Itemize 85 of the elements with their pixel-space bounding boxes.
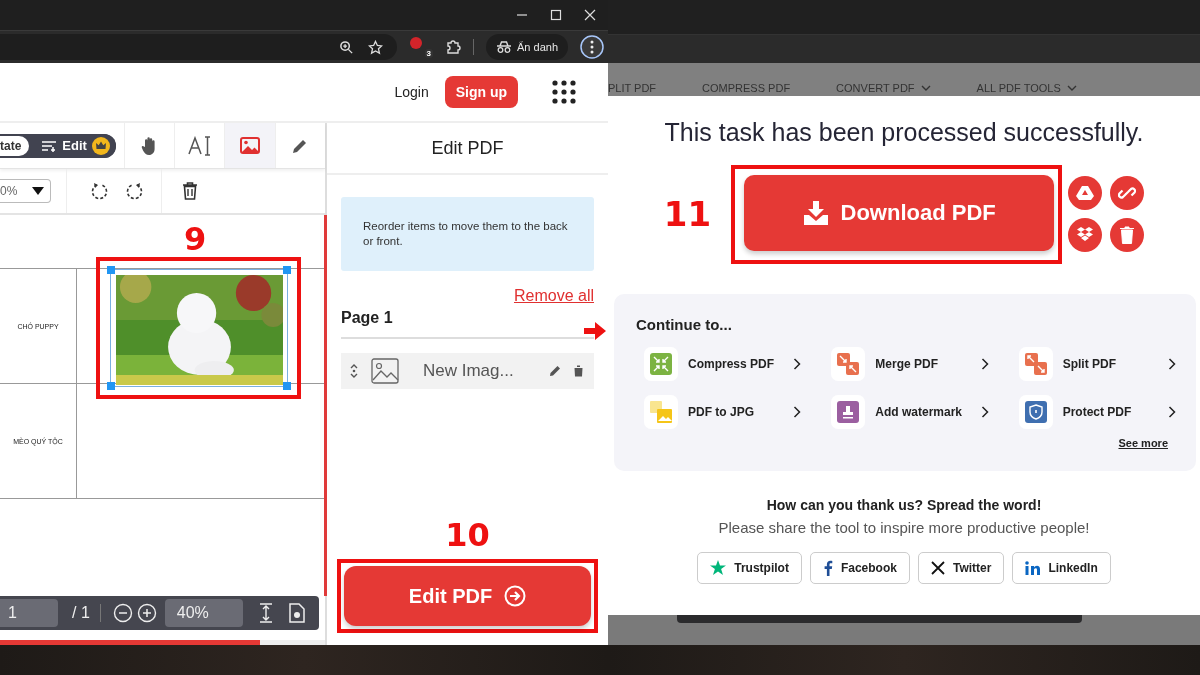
delete-button[interactable]	[1110, 218, 1145, 253]
menu-icon[interactable]	[580, 35, 604, 59]
resize-handle[interactable]	[283, 382, 291, 390]
rotate-left-icon[interactable]	[91, 182, 109, 200]
dropbox-button[interactable]	[1068, 218, 1103, 253]
triangle-icon	[1076, 185, 1095, 202]
drag-handle-icon[interactable]	[349, 363, 359, 379]
continue-heading: Continue to...	[636, 315, 733, 333]
tool-link[interactable]: Merge PDF	[831, 346, 989, 381]
tool-link[interactable]: Compress PDF	[644, 346, 802, 381]
incognito-icon	[496, 40, 512, 54]
maximize-icon[interactable]	[550, 9, 562, 21]
signup-button[interactable]: Sign up	[444, 76, 518, 108]
arrow-circle-icon	[504, 585, 527, 607]
trash-icon[interactable]	[573, 365, 584, 377]
chevron-right-icon	[793, 405, 802, 418]
chevron-right-icon	[1168, 357, 1176, 370]
layer-row[interactable]: New Imag...	[341, 353, 594, 389]
zoom-select[interactable]: 0%	[0, 179, 51, 203]
step-number: 11	[663, 197, 712, 232]
trash-icon[interactable]	[182, 182, 198, 200]
extension-badge: 3	[424, 49, 433, 58]
share-button[interactable]: Facebook	[809, 551, 910, 584]
extension-icon[interactable]	[409, 36, 423, 50]
x-icon	[930, 560, 945, 575]
success-title: This task has been processed successfully.	[664, 117, 1144, 147]
caret-icon	[32, 187, 44, 195]
zoom-out-icon[interactable]	[112, 603, 133, 623]
zoom-in-icon[interactable]	[136, 603, 157, 623]
close-icon[interactable]	[584, 9, 596, 21]
share-button[interactable]: LinkedIn	[1012, 551, 1111, 584]
trash-icon	[1120, 226, 1135, 245]
box-icon	[1076, 227, 1095, 244]
chevron-right-icon	[980, 357, 989, 370]
chevron-down-icon	[1066, 84, 1077, 91]
document-settings-icon[interactable]	[288, 603, 305, 623]
facebook-icon	[822, 559, 833, 576]
resize-handle[interactable]	[283, 266, 291, 274]
profile-button[interactable]: Ẩn danh	[486, 34, 568, 60]
linkedin-icon	[1025, 560, 1041, 575]
login-link[interactable]: Login	[394, 84, 429, 100]
page-field[interactable]: 1	[0, 599, 58, 627]
chevron-right-icon	[980, 405, 989, 418]
see-more-link[interactable]: See more	[1118, 436, 1168, 449]
share-button[interactable]: Twitter	[917, 551, 1005, 584]
image-icon	[240, 137, 261, 154]
mode-option[interactable]: tate	[0, 135, 30, 156]
info-message: Reorder items to move them to the back or front.	[341, 197, 594, 271]
arrow-icon	[584, 320, 606, 342]
share-button[interactable]: Trustpilot	[697, 551, 802, 584]
step-number: 9	[184, 223, 207, 255]
star-icon[interactable]	[368, 39, 383, 55]
edit-pdf-button[interactable]: Edit PDF	[344, 566, 591, 626]
resize-handle[interactable]	[107, 266, 115, 274]
chevron-right-icon	[793, 357, 802, 370]
fit-height-icon[interactable]	[258, 603, 273, 623]
tool-link[interactable]: Protect PDF	[1018, 394, 1176, 429]
crown-icon	[91, 136, 110, 155]
tool-link[interactable]: Split PDF	[1018, 346, 1176, 381]
link-button[interactable]	[1110, 176, 1145, 211]
layer-name: New Imag...	[422, 361, 515, 381]
chevron-right-icon	[1168, 405, 1176, 418]
share-heading: How can you thank us? Spread the word!	[766, 496, 1042, 513]
star-icon	[710, 559, 727, 576]
share-subtitle: Please share the tool to inspire more productive people!	[718, 518, 1090, 536]
text-cursor-icon	[187, 135, 212, 156]
puzzle-icon[interactable]	[445, 39, 461, 55]
chevron-down-icon	[920, 84, 931, 91]
remove-all-link[interactable]: Remove all	[513, 287, 594, 305]
zoom-icon[interactable]	[339, 39, 354, 55]
zoom-field[interactable]: 40%	[164, 599, 243, 627]
edit-lines-icon	[41, 138, 58, 153]
step-number: 10	[445, 519, 490, 551]
tool-link[interactable]: Add watermark	[831, 394, 989, 429]
image-icon	[371, 358, 399, 384]
image-tool[interactable]	[224, 123, 275, 168]
tool-link[interactable]: PDF to JPG	[644, 394, 802, 429]
resize-handle[interactable]	[107, 382, 115, 390]
rotate-right-icon[interactable]	[125, 182, 143, 200]
pencil-icon[interactable]	[549, 365, 561, 377]
download-icon	[802, 200, 829, 225]
download-button[interactable]: Download PDF	[744, 174, 1055, 251]
page-total: / 1	[72, 604, 91, 622]
apps-grid-icon[interactable]	[552, 80, 576, 104]
drive-button[interactable]	[1068, 176, 1103, 211]
